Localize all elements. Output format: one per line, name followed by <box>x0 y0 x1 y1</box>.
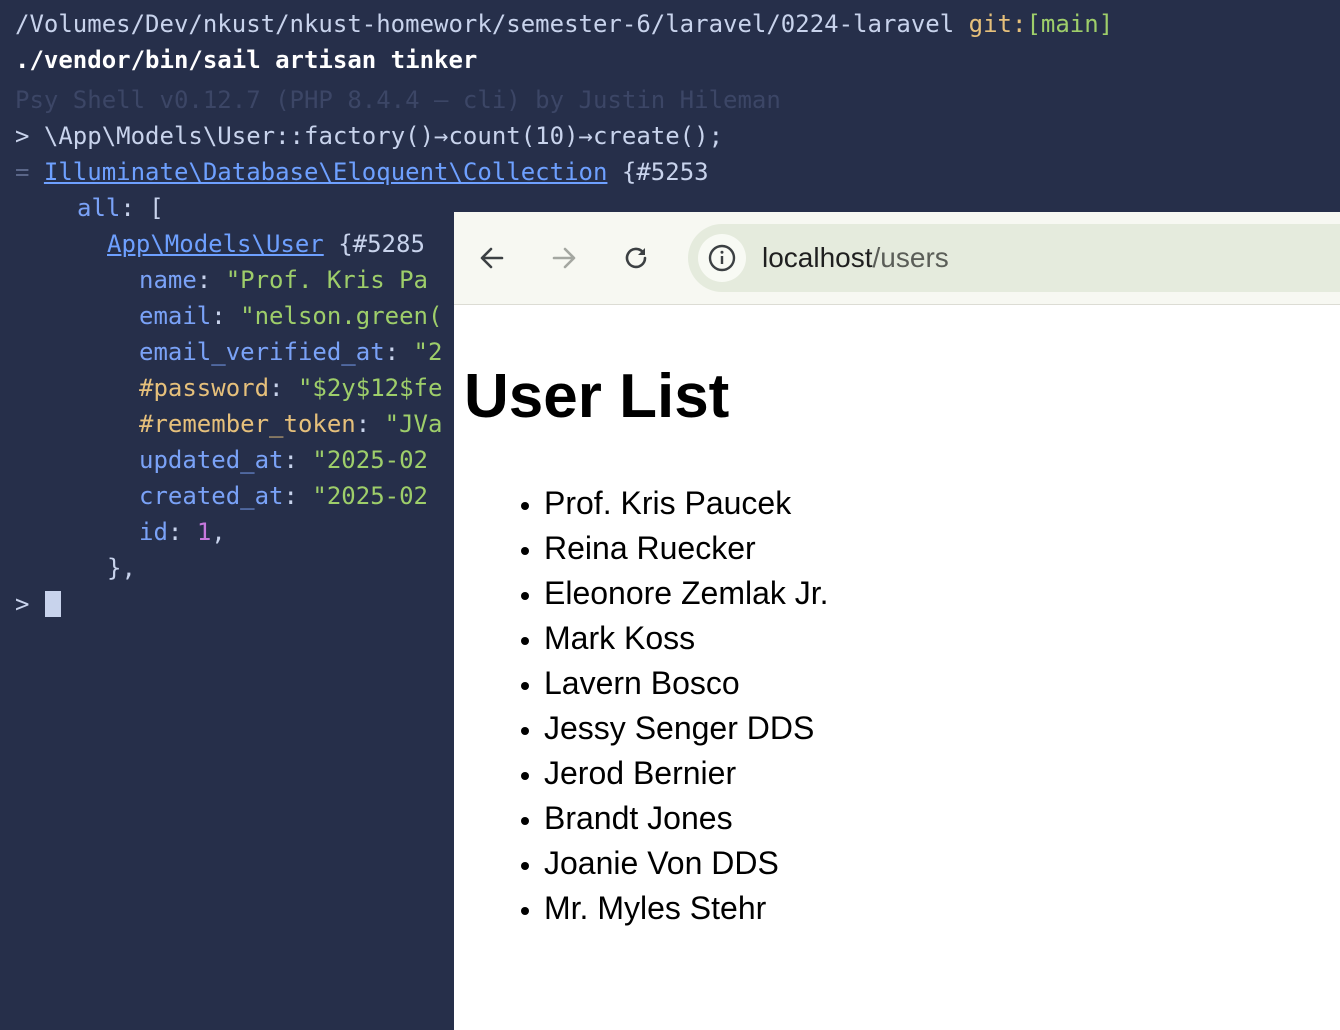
page-content: User List Prof. Kris Paucek Reina Ruecke… <box>454 305 1340 1030</box>
result-header-line: = Illuminate\Database\Eloquent\Collectio… <box>15 154 709 190</box>
prompt-symbol: > <box>15 122 30 150</box>
back-button[interactable] <box>472 238 512 278</box>
tinker-input-line: > \App\Models\User::factory()→count(10)→… <box>15 118 723 154</box>
cwd-path: /Volumes/Dev/nkust/nkust-homework/semest… <box>15 10 955 38</box>
collection-class-link[interactable]: Illuminate\Database\Eloquent\Collection <box>44 158 608 186</box>
prompt-symbol: > <box>15 590 30 618</box>
attr-colon: : <box>283 446 313 474</box>
psy-shell-banner: Psy Shell v0.12.7 (PHP 8.4.4 — cli) by J… <box>15 86 781 114</box>
url-path: /users <box>872 242 949 273</box>
all-key: all <box>77 194 121 222</box>
attr-verified-line: email_verified_at: "2 <box>139 334 442 370</box>
git-branch: [main] <box>1026 10 1114 38</box>
list-item: Jessy Senger DDS <box>544 706 829 751</box>
reload-icon <box>625 247 647 269</box>
list-item: Mark Koss <box>544 616 829 661</box>
attr-created-line: created_at: "2025-02 <box>139 478 428 514</box>
attr-comma: , <box>211 518 226 546</box>
attr-key: name <box>139 266 197 294</box>
user-ref: {#5285 <box>338 230 425 258</box>
attr-colon: : <box>167 518 197 546</box>
terminal-cursor[interactable] <box>45 591 61 617</box>
attr-token-line: #remember_token: "JVa <box>139 406 442 442</box>
all-line: all: [ <box>77 190 164 226</box>
attr-value: "Prof. Kris Pa <box>225 266 428 294</box>
attr-value: 1 <box>196 518 212 546</box>
user-list: Prof. Kris Paucek Reina Ruecker Eleonore… <box>544 481 829 931</box>
arrow-left-icon <box>480 247 504 269</box>
attr-email-line: email: "nelson.green( <box>139 298 442 334</box>
collection-ref: {#5253 <box>621 158 709 186</box>
list-item: Lavern Bosco <box>544 661 829 706</box>
executed-command: ./vendor/bin/sail artisan tinker <box>15 46 478 74</box>
attr-id-line: id: 1, <box>139 514 226 550</box>
attr-key: email <box>139 302 212 330</box>
forward-button[interactable] <box>544 238 584 278</box>
attr-updated-line: updated_at: "2025-02 <box>139 442 428 478</box>
attr-value: "nelson.green( <box>240 302 443 330</box>
site-info-button[interactable] <box>698 234 746 282</box>
attr-key: email_verified_at <box>139 338 385 366</box>
info-icon <box>708 244 736 272</box>
attr-key: updated_at <box>139 446 284 474</box>
attr-colon: : <box>355 410 385 438</box>
attr-key: created_at <box>139 482 284 510</box>
list-item: Joanie Von DDS <box>544 841 829 886</box>
attr-colon: : <box>384 338 414 366</box>
list-item: Jerod Bernier <box>544 751 829 796</box>
url-text[interactable]: localhost/users <box>762 224 949 292</box>
attr-name-line: name: "Prof. Kris Pa <box>139 262 428 298</box>
list-item: Eleonore Zemlak Jr. <box>544 571 829 616</box>
tinker-input-text: \App\Models\User::factory()→count(10)→cr… <box>43 122 724 150</box>
browser-window: localhost/users User List Prof. Kris Pau… <box>454 212 1340 1030</box>
reload-button[interactable] <box>616 238 656 278</box>
attr-colon: : <box>196 266 226 294</box>
result-equals: = <box>15 158 30 186</box>
terminal-cwd-line: /Volumes/Dev/nkust/nkust-homework/semest… <box>15 6 1113 42</box>
attr-value: "2025-02 <box>312 446 428 474</box>
attr-colon: : <box>283 482 313 510</box>
attr-key: #password <box>139 374 270 402</box>
all-punc: : [ <box>120 194 164 222</box>
arrow-right-icon <box>552 247 576 269</box>
attr-colon: : <box>211 302 241 330</box>
list-item: Prof. Kris Paucek <box>544 481 829 526</box>
list-item: Brandt Jones <box>544 796 829 841</box>
user-class-link[interactable]: App\Models\User <box>107 230 324 258</box>
attr-colon: : <box>269 374 298 402</box>
attr-value: "2 <box>413 338 443 366</box>
list-item: Reina Ruecker <box>544 526 829 571</box>
attr-value: "JVa <box>384 410 443 438</box>
list-item: Mr. Myles Stehr <box>544 886 829 931</box>
attr-key: id <box>139 518 168 546</box>
url-host: localhost <box>762 242 873 273</box>
attr-value: "2025-02 <box>312 482 428 510</box>
attr-password-line: #password: "$2y$12$fe <box>139 370 442 406</box>
address-bar[interactable]: localhost/users <box>688 224 1340 292</box>
git-label: git: <box>968 10 1027 38</box>
attr-key: #remember_token <box>139 410 356 438</box>
page-title: User List <box>464 362 730 431</box>
browser-toolbar: localhost/users <box>454 212 1340 305</box>
attr-value: "$2y$12$fe <box>297 374 443 402</box>
user-object-line: App\Models\User {#5285 <box>107 226 425 262</box>
object-close-brace: }, <box>107 554 136 582</box>
